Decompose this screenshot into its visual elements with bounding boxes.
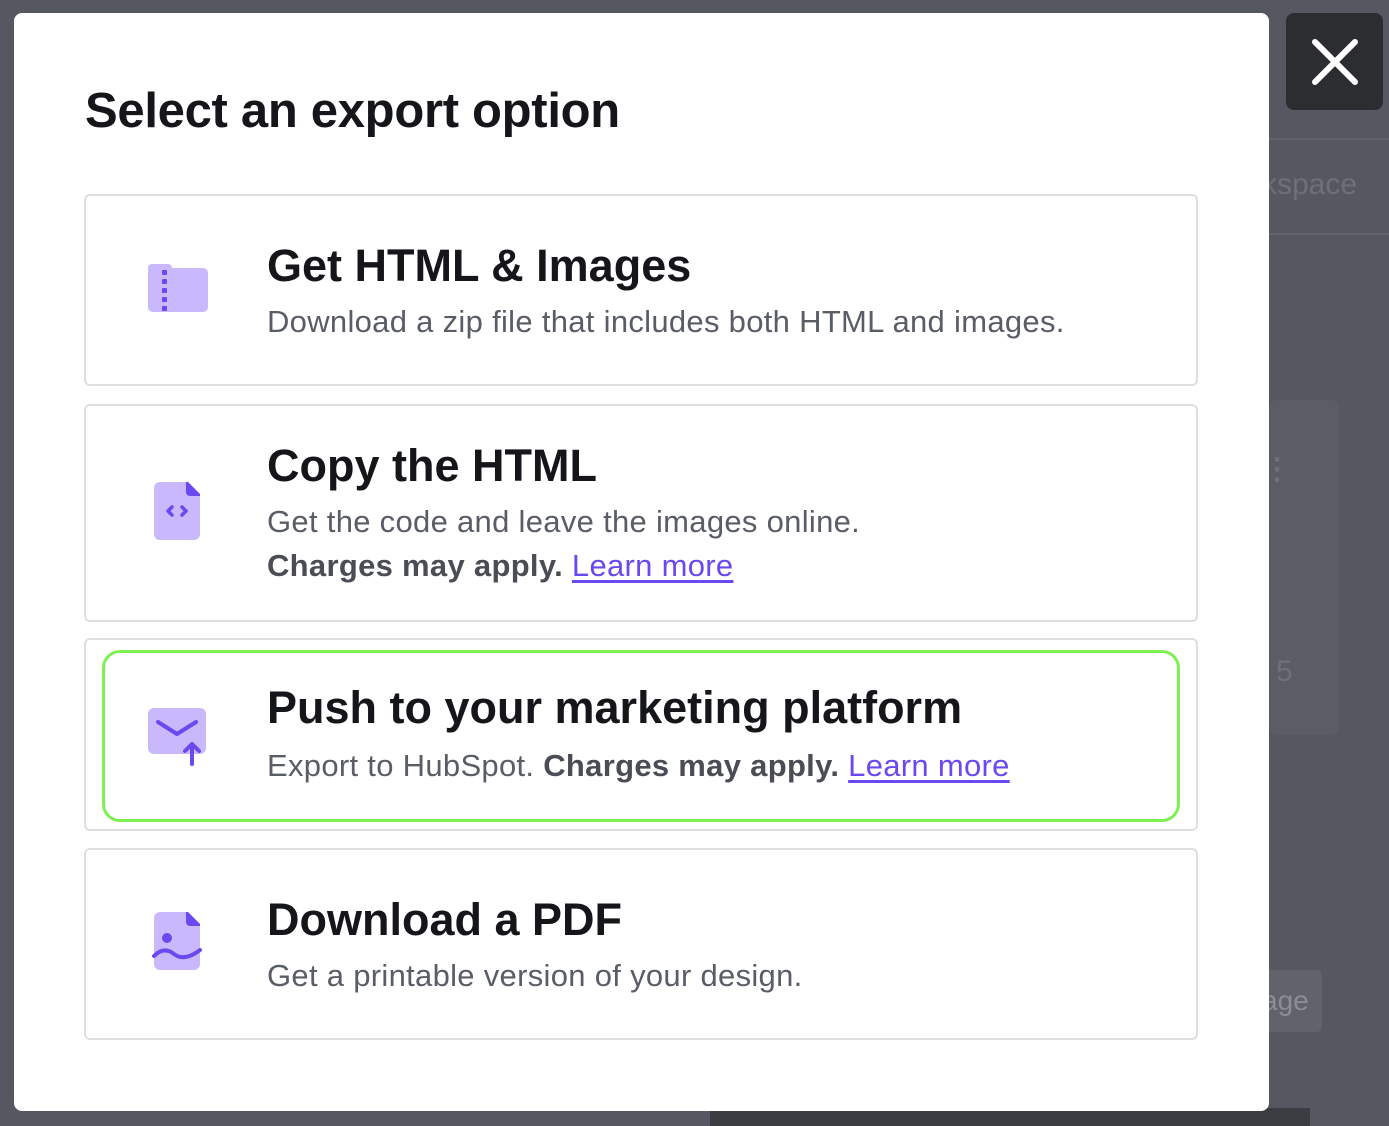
option-description: Export to HubSpot. Charges may apply. Le… xyxy=(267,748,1010,784)
option-description: Get a printable version of your design. xyxy=(267,958,803,994)
option-title: Push to your marketing platform xyxy=(267,682,963,733)
option-title: Download a PDF xyxy=(267,894,623,945)
export-modal: Select an export option Get HTML & Image… xyxy=(14,13,1269,1111)
option-html-images[interactable]: Get HTML & Images Download a zip file th… xyxy=(84,194,1198,386)
zip-folder-icon xyxy=(148,264,208,312)
option-marketing-platform[interactable]: Push to your marketing platform Export t… xyxy=(84,638,1198,831)
background-button-text: age xyxy=(1262,985,1309,1016)
option-description: Download a zip file that includes both H… xyxy=(267,304,1065,340)
code-file-icon xyxy=(154,482,200,540)
option-pdf[interactable]: Download a PDF Get a printable version o… xyxy=(84,848,1198,1040)
charges-text: Charges may apply. xyxy=(543,748,840,783)
option-description: Get the code and leave the images online… xyxy=(267,504,860,540)
option-copy-html[interactable]: Copy the HTML Get the code and leave the… xyxy=(84,404,1198,622)
modal-title: Select an export option xyxy=(85,84,620,138)
background-workspace-text: kspace xyxy=(1262,168,1358,201)
learn-more-link[interactable]: Learn more xyxy=(572,548,734,583)
charges-text: Charges may apply. xyxy=(267,548,563,583)
focus-ring xyxy=(102,650,1180,822)
background-badge-text: 5 xyxy=(1276,655,1293,688)
close-icon xyxy=(1311,38,1358,85)
image-file-icon xyxy=(152,912,202,970)
close-button[interactable] xyxy=(1286,13,1383,110)
option-title: Copy the HTML xyxy=(267,440,597,491)
description-text: Get a printable version of your design. xyxy=(267,958,803,993)
description-text: Download a zip file that includes both H… xyxy=(267,304,1065,339)
background-divider xyxy=(1269,138,1389,140)
background-divider xyxy=(1269,233,1389,235)
option-title: Get HTML & Images xyxy=(267,240,692,291)
description-text: Get the code and leave the images online… xyxy=(267,504,861,539)
mail-upload-icon xyxy=(148,708,206,766)
option-charges-line: Charges may apply. Learn more xyxy=(267,548,733,584)
learn-more-link[interactable]: Learn more xyxy=(848,748,1010,783)
description-text: Export to HubSpot. xyxy=(267,748,535,783)
